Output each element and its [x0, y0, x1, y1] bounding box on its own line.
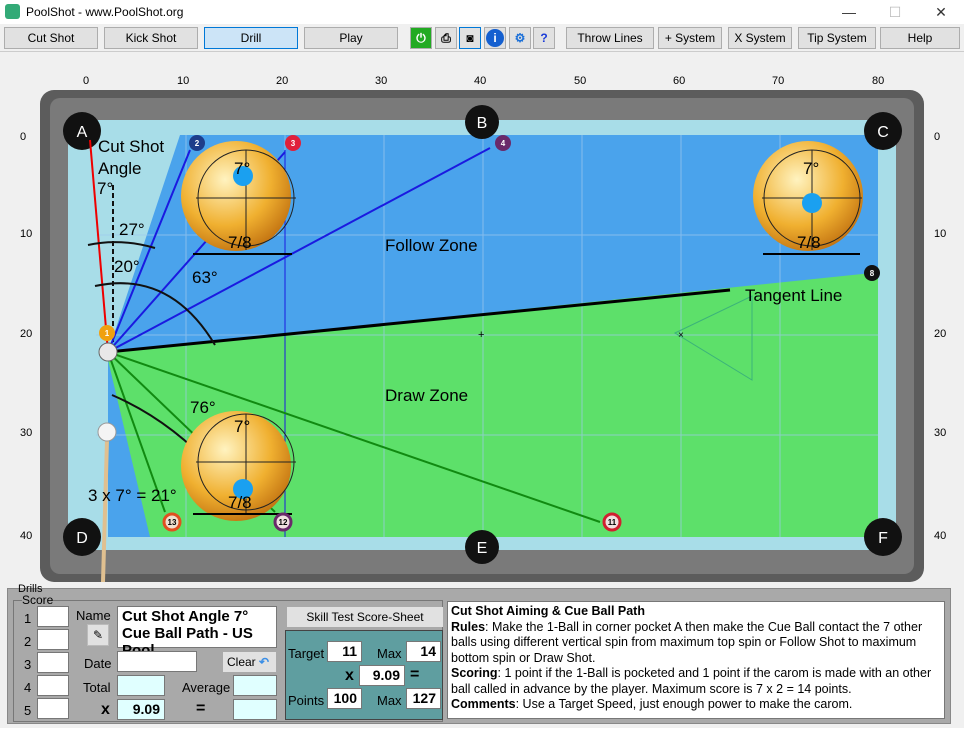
max-label: Max [377, 646, 402, 661]
result-field [233, 699, 277, 720]
pool-table[interactable]: ×+ A B C D E F Cut Shot Angle 7° 27° 20°… [0, 0, 964, 590]
svg-text:2: 2 [195, 139, 200, 148]
row-label: 2 [24, 634, 32, 649]
angle-63-label: 63° [192, 268, 218, 287]
svg-text:11: 11 [608, 518, 617, 527]
score-input-3[interactable] [37, 652, 69, 673]
svg-text:7°: 7° [803, 159, 819, 178]
angle-label: Angle [98, 159, 141, 178]
svg-text:7/8: 7/8 [228, 493, 252, 512]
cut-shot-angle-label: Cut Shot [98, 137, 164, 156]
drill-name-field[interactable]: Cut Shot Angle 7° Cue Ball Path - US Poo… [117, 606, 277, 659]
target-label: Target [288, 646, 325, 661]
row-label: 1 [24, 611, 32, 626]
equals-sign: = [196, 700, 206, 717]
svg-text:7/8: 7/8 [228, 233, 252, 252]
comments-text: : Use a Target Speed, just enough power … [515, 697, 853, 711]
date-label: Date [84, 656, 112, 671]
points-label: Points [288, 693, 325, 708]
max-field: 14 [406, 641, 441, 662]
clear-label: Clear [227, 655, 256, 669]
svg-text:7°: 7° [234, 159, 250, 178]
points-field: 100 [327, 688, 362, 709]
row-label: 3 [24, 657, 32, 672]
score-group-label: Score [22, 593, 54, 607]
angle-20-label: 20° [114, 257, 140, 276]
multiplier-field: 9.09 [117, 699, 165, 720]
description-title: Cut Shot Aiming & Cue Ball Path [451, 604, 645, 618]
score-input-5[interactable] [37, 698, 69, 719]
undo-icon: ↶ [259, 655, 270, 669]
multiply-sign: x [101, 701, 110, 718]
edit-notes-icon[interactable]: ✎ [87, 624, 109, 646]
svg-text:13: 13 [168, 518, 177, 527]
drill-description: Cut Shot Aiming & Cue Ball Path Rules: M… [447, 601, 945, 719]
target-field[interactable]: 11 [327, 641, 362, 662]
pocket-label: A [77, 124, 88, 141]
svg-text:1: 1 [105, 329, 110, 338]
skill-multiplier-field: 9.09 [359, 665, 405, 686]
equals-sign: = [410, 666, 420, 683]
status-area [0, 728, 964, 756]
scoring-text: : 1 point if the 1-Ball is pocketed and … [451, 666, 932, 696]
tangent-line-label: Tangent Line [745, 286, 842, 305]
name-label: Name [76, 608, 111, 623]
average-label: Average [182, 680, 231, 695]
skill-test-score-sheet-button[interactable]: Skill Test Score-Sheet [287, 607, 443, 627]
svg-text:7/8: 7/8 [797, 233, 821, 252]
pocket-label: C [877, 124, 889, 141]
date-field[interactable] [117, 651, 197, 672]
total-field [117, 675, 165, 696]
svg-text:12: 12 [279, 518, 288, 527]
scoring-label: Scoring [451, 666, 498, 680]
pocket-label: D [76, 530, 88, 547]
average-field [233, 675, 277, 696]
cue-ball-start[interactable] [97, 422, 117, 442]
svg-text:×: × [678, 330, 684, 341]
pocket-label: E [477, 540, 488, 557]
row-label: 4 [24, 680, 32, 695]
score-input-1[interactable] [37, 606, 69, 627]
max-label: Max [377, 693, 402, 708]
angle-7-label: 7° [97, 179, 113, 198]
multiply-sign: x [345, 667, 354, 684]
score-input-4[interactable] [37, 675, 69, 696]
score-input-2[interactable] [37, 629, 69, 650]
svg-text:3: 3 [291, 139, 296, 148]
angle-76-label: 76° [190, 398, 216, 417]
follow-zone-label: Follow Zone [385, 236, 478, 255]
clear-button[interactable]: Clear ↶ [223, 652, 276, 672]
svg-text:8: 8 [870, 269, 875, 278]
draw-zone-label: Draw Zone [385, 386, 468, 405]
total-label: Total [83, 680, 111, 695]
formula-label: 3 x 7° = 21° [88, 486, 177, 505]
row-label: 5 [24, 703, 32, 718]
svg-text:7°: 7° [234, 417, 250, 436]
rules-label: Rules [451, 619, 486, 634]
angle-27-label: 27° [119, 220, 145, 239]
rules-text: : Make the 1-Ball in corner pocket A the… [451, 619, 923, 665]
comments-label: Comments [451, 697, 516, 711]
pocket-label: F [878, 530, 888, 547]
svg-text:+: + [478, 329, 484, 341]
pocket-label: B [477, 115, 488, 132]
cue-ball[interactable] [98, 342, 118, 362]
max-points-field: 127 [406, 688, 441, 709]
svg-text:4: 4 [501, 139, 506, 148]
